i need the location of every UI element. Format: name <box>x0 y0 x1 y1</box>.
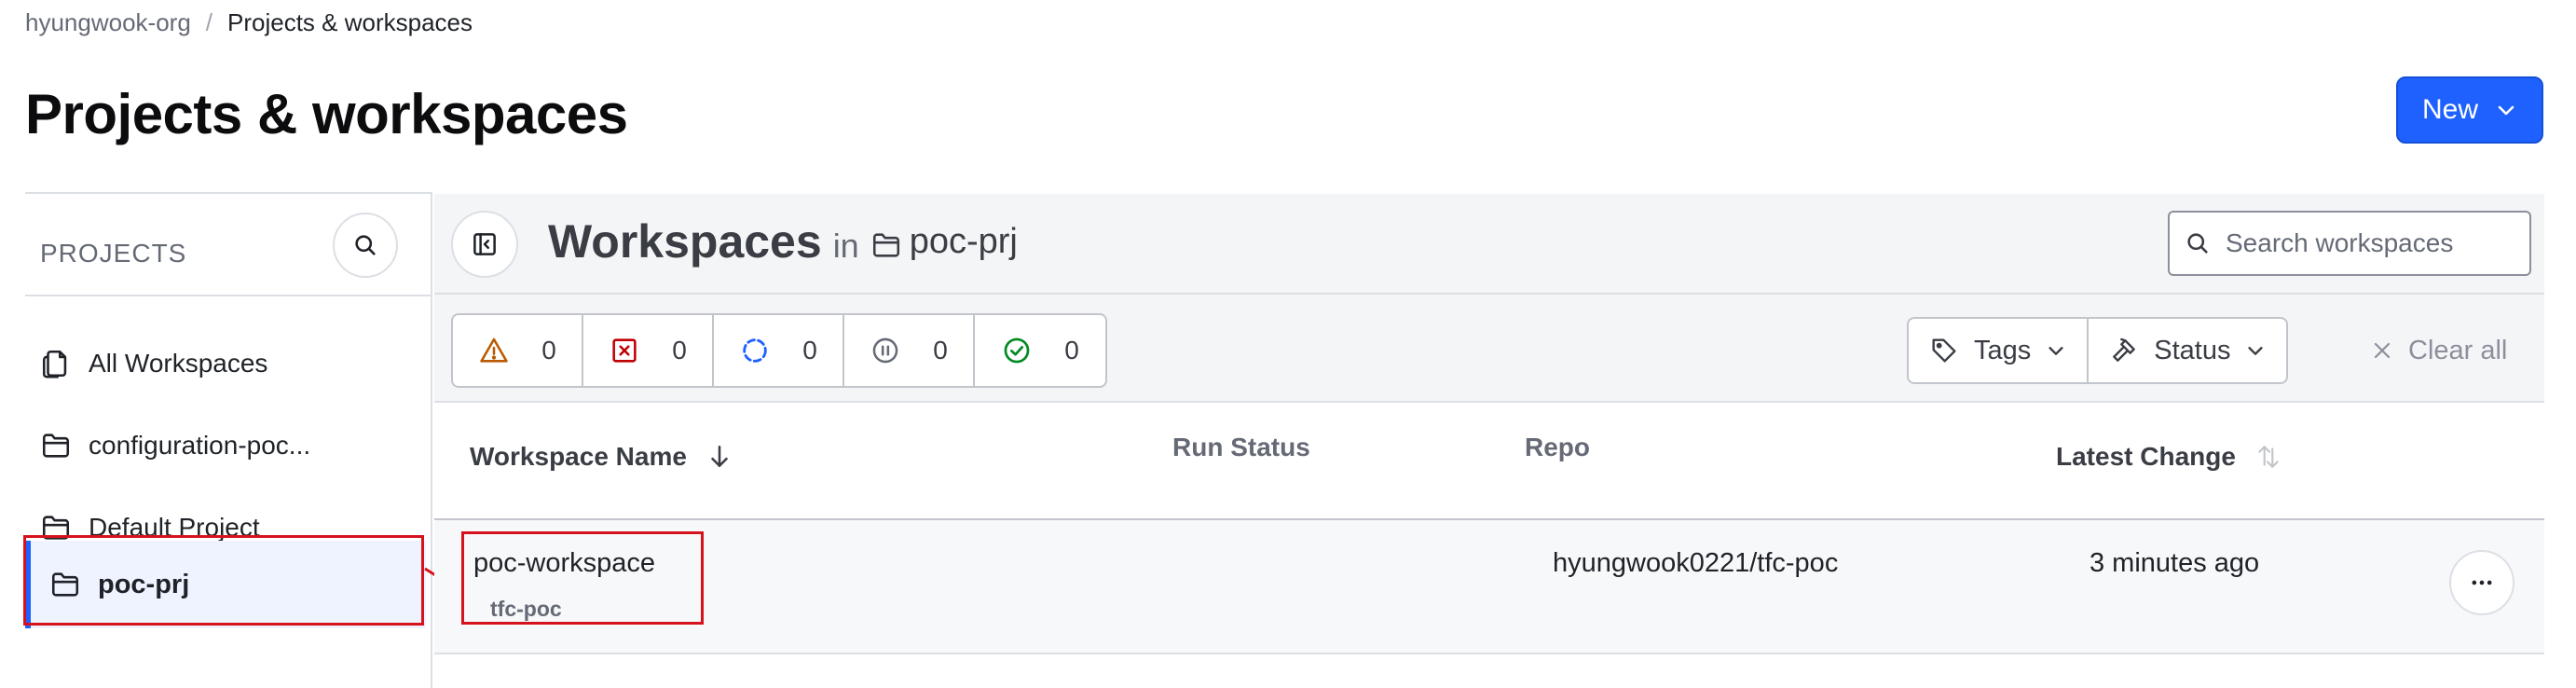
chevron-down-icon <box>2498 105 2514 116</box>
running-icon <box>743 338 767 363</box>
tags-dropdown[interactable]: Tags <box>1909 319 2090 382</box>
new-button[interactable]: New <box>2396 76 2543 144</box>
new-button-label: New <box>2421 94 2478 125</box>
success-icon <box>1004 337 1030 364</box>
column-repo: Repo <box>1525 433 1590 462</box>
sidebar-item-label: poc-prj <box>98 569 190 599</box>
sidebar-item-label: Default Project <box>89 513 260 542</box>
filter-bar: 0 0 0 0 0 Tags Status Clear all <box>434 295 2544 403</box>
search-icon <box>355 235 376 255</box>
sort-descending-icon <box>711 446 728 467</box>
sidebar-item-all-workspaces[interactable]: All Workspaces <box>40 336 267 392</box>
sidebar-item-content: poc-prj <box>49 541 189 628</box>
in-label: in <box>832 227 859 265</box>
status-filter-warning[interactable]: 0 <box>453 315 583 386</box>
status-count: 0 <box>1064 336 1079 365</box>
dropdown-filters: Tags Status <box>1907 317 2289 384</box>
close-icon <box>2374 342 2391 359</box>
more-horizontal-icon <box>2472 580 2492 585</box>
column-label: Run Status <box>1172 433 1310 461</box>
run-status-filters: 0 0 0 0 0 <box>451 313 1107 388</box>
paused-icon <box>872 337 898 364</box>
workspaces-heading: Workspaces <box>548 215 822 268</box>
chevron-down-icon <box>2248 347 2264 355</box>
clear-all-label: Clear all <box>2408 335 2508 365</box>
chevron-down-icon <box>2048 347 2063 355</box>
error-square-icon <box>612 338 637 363</box>
table-row[interactable]: poc-workspace tfc-poc hyungwook0221/tfc-… <box>434 520 2544 654</box>
status-filter-running[interactable]: 0 <box>714 315 844 386</box>
tags-label: Tags <box>1974 335 2032 365</box>
workspace-tag: tfc-poc <box>490 597 562 621</box>
project-search-button[interactable] <box>333 213 398 278</box>
workspace-search <box>2168 211 2531 276</box>
page-title: Projects & workspaces <box>25 83 628 145</box>
status-dropdown[interactable]: Status <box>2089 319 2286 382</box>
workspaces-title: Workspaces in poc-prj <box>548 214 1018 268</box>
folder-icon <box>42 516 70 540</box>
folder-icon <box>42 433 70 458</box>
status-count: 0 <box>672 336 687 365</box>
hammer-icon <box>2113 337 2136 362</box>
tag-icon <box>1932 338 1956 363</box>
sidebar-collapse-icon <box>473 233 496 255</box>
warning-icon <box>480 337 508 363</box>
current-project: poc-prj <box>870 222 1018 262</box>
table-header: Workspace Name Run Status Repo Latest Ch… <box>434 403 2544 520</box>
column-latest-change[interactable]: Latest Change <box>2056 442 2281 472</box>
sidebar-header: PROJECTS <box>25 194 431 296</box>
sidebar-item-poc-prj[interactable]: poc-prj <box>25 541 426 628</box>
sidebar-item-label: configuration-poc... <box>89 431 311 460</box>
clear-all-button[interactable]: Clear all <box>2371 317 2507 384</box>
search-workspaces-input[interactable] <box>2226 228 2524 258</box>
sidebar-heading: PROJECTS <box>40 239 187 268</box>
status-count: 0 <box>933 336 948 365</box>
sort-icon <box>2258 446 2279 468</box>
sidebar-item-label: All Workspaces <box>89 349 268 378</box>
folder-icon <box>51 572 79 597</box>
breadcrumb-current: Projects & workspaces <box>227 7 473 36</box>
column-label: Workspace Name <box>470 442 687 471</box>
folder-icon <box>872 233 899 257</box>
workspace-repo: hyungwook0221/tfc-poc <box>1553 548 1839 578</box>
breadcrumb-separator: / <box>205 7 213 36</box>
column-run-status: Run Status <box>1172 433 1310 462</box>
status-filter-errored[interactable]: 0 <box>583 315 714 386</box>
search-icon <box>2187 233 2208 254</box>
current-project-name: poc-prj <box>909 221 1018 261</box>
status-filter-paused[interactable]: 0 <box>844 315 975 386</box>
column-label: Repo <box>1525 433 1590 461</box>
status-count: 0 <box>802 336 817 365</box>
row-more-actions-button[interactable] <box>2449 550 2514 615</box>
column-label: Latest Change <box>2056 442 2236 471</box>
workspaces-panel: Workspaces in poc-prj 0 0 0 <box>434 192 2544 688</box>
projects-sidebar: PROJECTS All Workspaces configuration-po… <box>25 192 432 688</box>
status-count: 0 <box>541 336 556 365</box>
workspaces-header: Workspaces in poc-prj <box>434 194 2544 295</box>
status-label: Status <box>2154 335 2231 365</box>
column-workspace-name[interactable]: Workspace Name <box>470 442 732 472</box>
files-icon <box>42 350 67 378</box>
workspace-name-link[interactable]: poc-workspace <box>473 548 655 579</box>
collapse-sidebar-button[interactable] <box>451 211 518 278</box>
breadcrumb: hyungwook-org / Projects & workspaces <box>25 7 473 37</box>
breadcrumb-org-link[interactable]: hyungwook-org <box>25 8 191 37</box>
sidebar-item-configuration-poc[interactable]: configuration-poc... <box>40 418 310 474</box>
status-filter-success[interactable]: 0 <box>975 315 1105 386</box>
workspace-latest-change: 3 minutes ago <box>2090 548 2260 578</box>
